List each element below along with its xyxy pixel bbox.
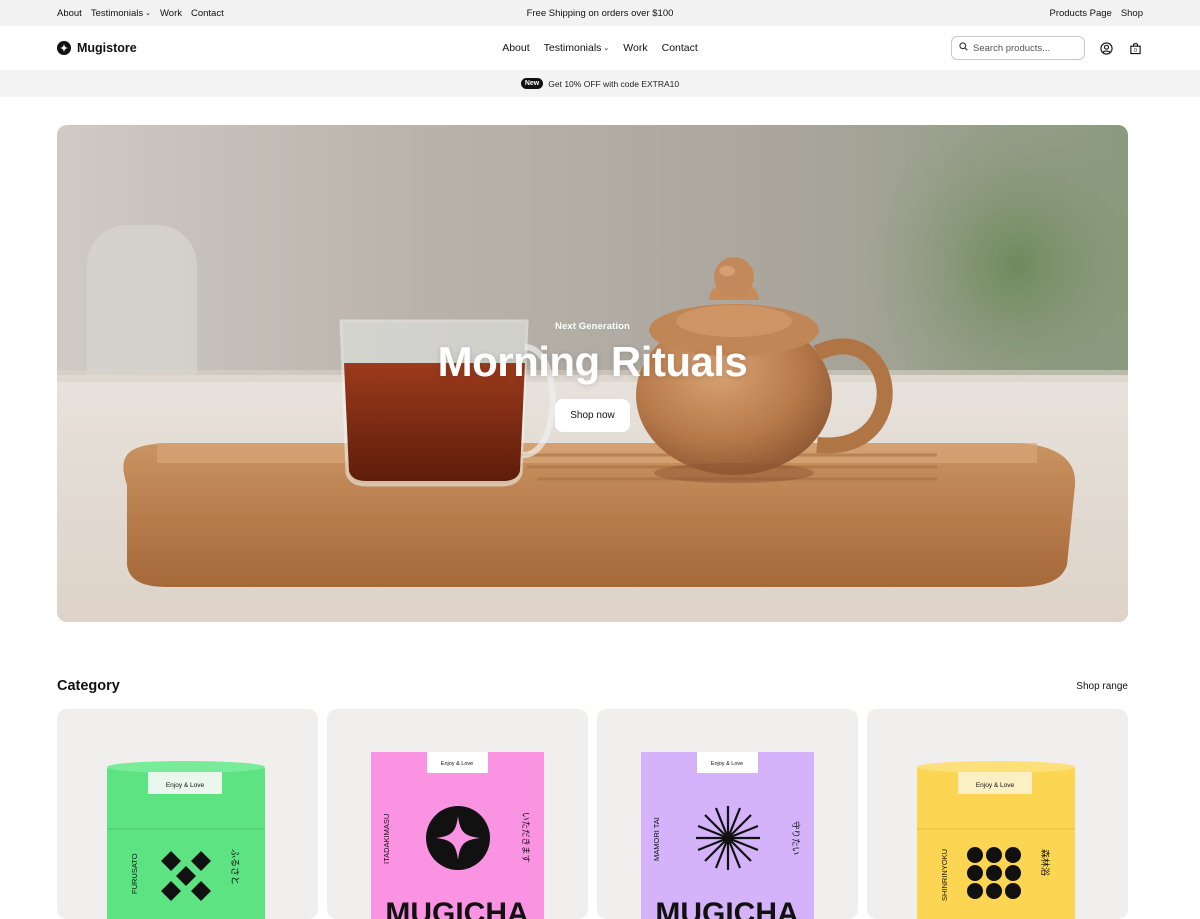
nav-testimonials-label: Testimonials [543,42,602,54]
card-tag: Enjoy & Love [711,761,743,767]
sparkle-logo-icon [57,41,71,55]
utility-bar: About Testimonials ⌄ Work Contact Free Sh… [0,0,1200,26]
sparkle-circle-icon [426,806,490,870]
nav-work[interactable]: Work [623,42,647,54]
account-icon[interactable] [1098,40,1114,56]
brand-logo[interactable]: Mugistore [57,41,137,55]
product-image-furusato: Enjoy & Love FURUSATO ふるさと [107,761,265,919]
new-badge: New [520,78,544,89]
cart-icon[interactable]: 0 [1127,40,1143,56]
card-tag: Enjoy & Love [976,782,1015,789]
card-brand: MUGICHA [385,897,528,919]
category-card-shinrinyoku[interactable]: Enjoy & Love SHINRINYOKU 森林浴 [867,709,1128,919]
shop-range-link[interactable]: Shop range [1076,681,1128,692]
card-brand: MUGICHA [655,897,798,919]
card-tag: Enjoy & Love [166,782,205,789]
category-card-mamori-tai[interactable]: Enjoy & Love MAMORI TAI 守りたい MUGICHA [597,709,858,919]
category-cards: Enjoy & Love FURUSATO ふるさと Enjoy & Love … [57,709,1128,919]
product-image-mamori-tai: Enjoy & Love MAMORI TAI 守りたい MUGICHA [641,752,814,919]
search-box[interactable] [951,36,1085,60]
search-input[interactable] [973,42,1077,54]
utility-right-links: Products Page Shop [1049,8,1143,19]
card-side-right: 守りたい [790,821,801,855]
hero-title: Morning Rituals [437,338,748,385]
announcement-text: Free Shipping on orders over $100 [526,7,674,19]
cart-count: 0 [1134,48,1137,54]
header-actions: 0 [951,36,1143,60]
utility-link-products-page[interactable]: Products Page [1049,8,1111,19]
card-side-right: 森林浴 [1039,849,1051,876]
category-title: Category [57,678,120,694]
card-side-right: いただきます [520,812,530,863]
utility-link-testimonials[interactable]: Testimonials ⌄ [91,8,151,19]
product-image-shinrinyoku: Enjoy & Love SHINRINYOKU 森林浴 [917,761,1075,919]
card-side-left: SHINRINYOKU [940,849,949,901]
shop-now-button[interactable]: Shop now [555,399,630,432]
hero-content: Next Generation Morning Rituals Shop now [57,321,1128,432]
card-side-left: ITADAKIMASU [382,814,391,864]
utility-link-testimonials-label: Testimonials [90,7,144,19]
nav-about[interactable]: About [502,42,529,54]
card-side-left: MAMORI TAI [652,817,661,861]
category-header: Category Shop range [57,678,1128,694]
hero-eyebrow: Next Generation [555,321,630,332]
category-card-itadakimasu[interactable]: Enjoy & Love ITADAKIMASU いただきます MUGICHA [327,709,588,919]
card-side-right: ふるさと [229,849,240,885]
search-icon [959,42,968,54]
site-header: Mugistore About Testimonials ⌄ Work Conta… [0,26,1200,70]
dot-grid-icon [967,847,1021,899]
utility-link-contact[interactable]: Contact [191,8,224,19]
utility-link-work[interactable]: Work [160,8,182,19]
chevron-down-icon: ⌄ [603,45,610,52]
starburst-icon [696,806,760,870]
chevron-down-icon: ⌄ [145,9,151,17]
nav-contact[interactable]: Contact [662,42,698,54]
card-tag: Enjoy & Love [441,761,473,767]
utility-left-links: About Testimonials ⌄ Work Contact [57,8,224,19]
nav-testimonials[interactable]: Testimonials ⌄ [544,42,610,54]
utility-link-shop[interactable]: Shop [1121,8,1143,19]
hero-banner: Next Generation Morning Rituals Shop now [57,125,1128,622]
brand-name: Mugistore [77,41,137,55]
card-side-left: FURUSATO [130,853,139,894]
utility-link-about[interactable]: About [57,8,82,19]
promo-text: Get 10% OFF with code EXTRA10 [548,78,680,89]
product-image-itadakimasu: Enjoy & Love ITADAKIMASU いただきます MUGICHA [371,752,544,919]
category-card-furusato[interactable]: Enjoy & Love FURUSATO ふるさと [57,709,318,919]
promo-bar: New Get 10% OFF with code EXTRA10 [0,70,1200,97]
